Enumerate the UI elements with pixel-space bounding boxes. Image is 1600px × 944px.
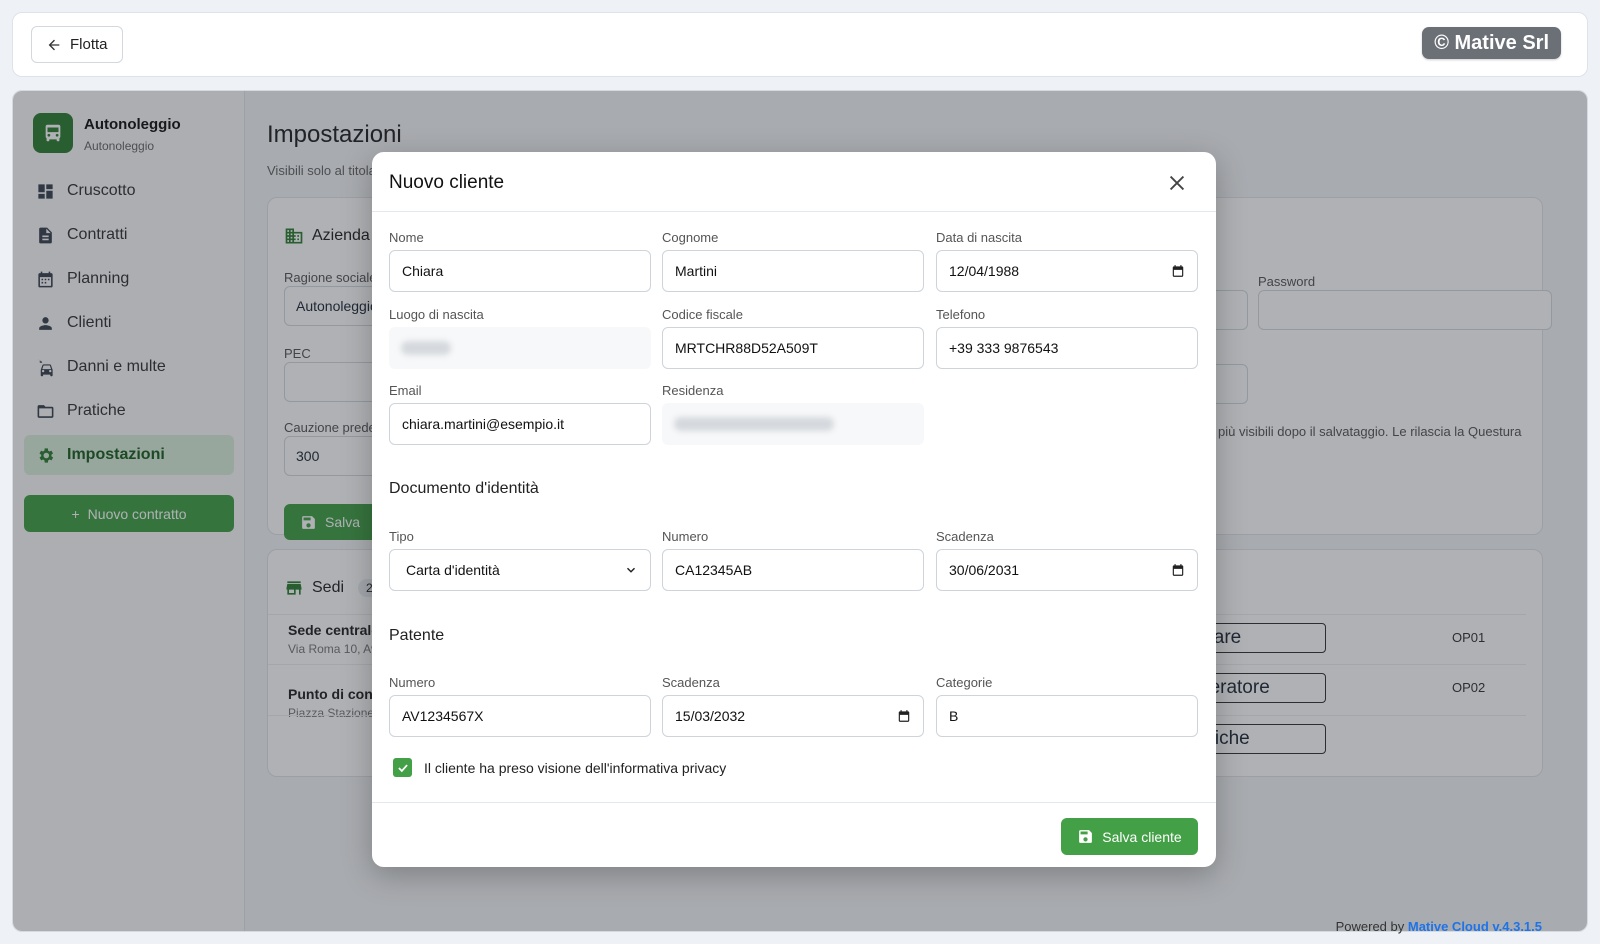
calendar-icon[interactable] — [897, 709, 911, 723]
modal-footer-divider — [372, 802, 1216, 803]
modal-title: Nuovo cliente — [389, 172, 505, 193]
patente-categorie-label: Categorie — [936, 675, 993, 690]
patente-scadenza-input[interactable]: 15/03/2032 — [662, 695, 924, 737]
privacy-checkbox[interactable] — [393, 758, 412, 777]
email-input[interactable]: chiara.martini@esempio.it — [389, 403, 651, 445]
back-button-label: Flotta — [70, 36, 108, 53]
brand-badge: © Mative Srl — [1422, 27, 1561, 59]
doc-tipo-value: Carta d'identità — [406, 562, 500, 578]
birthdate-label: Data di nascita — [936, 230, 1022, 245]
email-label: Email — [389, 383, 422, 398]
phone-value: +39 333 9876543 — [949, 340, 1059, 356]
documento-section-title: Documento d'identità — [389, 480, 539, 497]
close-icon[interactable] — [1166, 172, 1188, 194]
birthplace-input[interactable] — [389, 327, 651, 369]
phone-input[interactable]: +39 333 9876543 — [936, 327, 1198, 369]
cognome-input[interactable]: Martini — [662, 250, 924, 292]
doc-numero-value: CA12345AB — [675, 562, 753, 578]
patente-section-title: Patente — [389, 627, 445, 644]
residenza-label: Residenza — [662, 383, 724, 398]
nome-input[interactable]: Chiara — [389, 250, 651, 292]
redacted-value — [674, 417, 834, 431]
cognome-value: Martini — [675, 263, 718, 279]
calendar-icon[interactable] — [1171, 563, 1185, 577]
doc-tipo-select[interactable]: Carta d'identità — [389, 549, 651, 591]
redacted-value — [401, 341, 451, 355]
codice-fiscale-input[interactable]: MRTCHR88D52A509T — [662, 327, 924, 369]
phone-label: Telefono — [936, 307, 986, 322]
birthplace-label: Luogo di nascita — [389, 307, 484, 322]
calendar-icon[interactable] — [1171, 264, 1185, 278]
patente-categorie-value: B — [949, 708, 959, 724]
modal-divider — [372, 211, 1216, 212]
codice-fiscale-value: MRTCHR88D52A509T — [675, 340, 818, 356]
residenza-input[interactable] — [662, 403, 924, 445]
cognome-label: Cognome — [662, 230, 719, 245]
arrow-left-icon — [48, 39, 60, 50]
doc-scadenza-input[interactable]: 30/06/2031 — [936, 549, 1198, 591]
doc-numero-label: Numero — [662, 529, 709, 544]
patente-categorie-input[interactable]: B — [936, 695, 1198, 737]
patente-numero-input[interactable]: AV1234567X — [389, 695, 651, 737]
save-client-label: Salva cliente — [1102, 828, 1182, 845]
patente-numero-label: Numero — [389, 675, 436, 690]
doc-tipo-label: Tipo — [389, 529, 414, 544]
birthdate-value: 12/04/1988 — [949, 263, 1020, 279]
new-client-modal: Nuovo cliente Nome Chiara Cognome Martin… — [372, 152, 1216, 867]
back-button[interactable]: Flotta — [31, 26, 123, 63]
privacy-consent[interactable]: Il cliente ha preso visione dell'informa… — [393, 758, 726, 777]
codice-fiscale-label: Codice fiscale — [662, 307, 743, 322]
privacy-label: Il cliente ha preso visione dell'informa… — [424, 759, 727, 776]
powered-prefix: Powered by — [1335, 919, 1408, 934]
save-client-button[interactable]: Salva cliente — [1061, 818, 1198, 855]
nome-label: Nome — [389, 230, 424, 245]
patente-scadenza-value: 15/03/2032 — [675, 708, 746, 724]
email-value: chiara.martini@esempio.it — [402, 416, 565, 432]
doc-numero-input[interactable]: CA12345AB — [662, 549, 924, 591]
chevron-down-icon — [626, 567, 636, 573]
powered-by: Powered by Mative Cloud v.4.3.1.5 — [1336, 919, 1542, 934]
save-icon — [1079, 830, 1093, 843]
patente-scadenza-label: Scadenza — [662, 675, 720, 690]
nome-value: Chiara — [402, 263, 444, 279]
top-bar: Flotta © Mative Srl — [12, 12, 1588, 77]
patente-numero-value: AV1234567X — [402, 708, 484, 724]
doc-scadenza-label: Scadenza — [936, 529, 994, 544]
powered-brand-link[interactable]: Mative Cloud v.4.3.1.5 — [1408, 919, 1542, 934]
birthdate-input[interactable]: 12/04/1988 — [936, 250, 1198, 292]
app-frame: Autonoleggio Autonoleggio Cruscotto Cont… — [12, 90, 1588, 932]
checkmark-icon — [397, 763, 408, 772]
doc-scadenza-value: 30/06/2031 — [949, 562, 1020, 578]
